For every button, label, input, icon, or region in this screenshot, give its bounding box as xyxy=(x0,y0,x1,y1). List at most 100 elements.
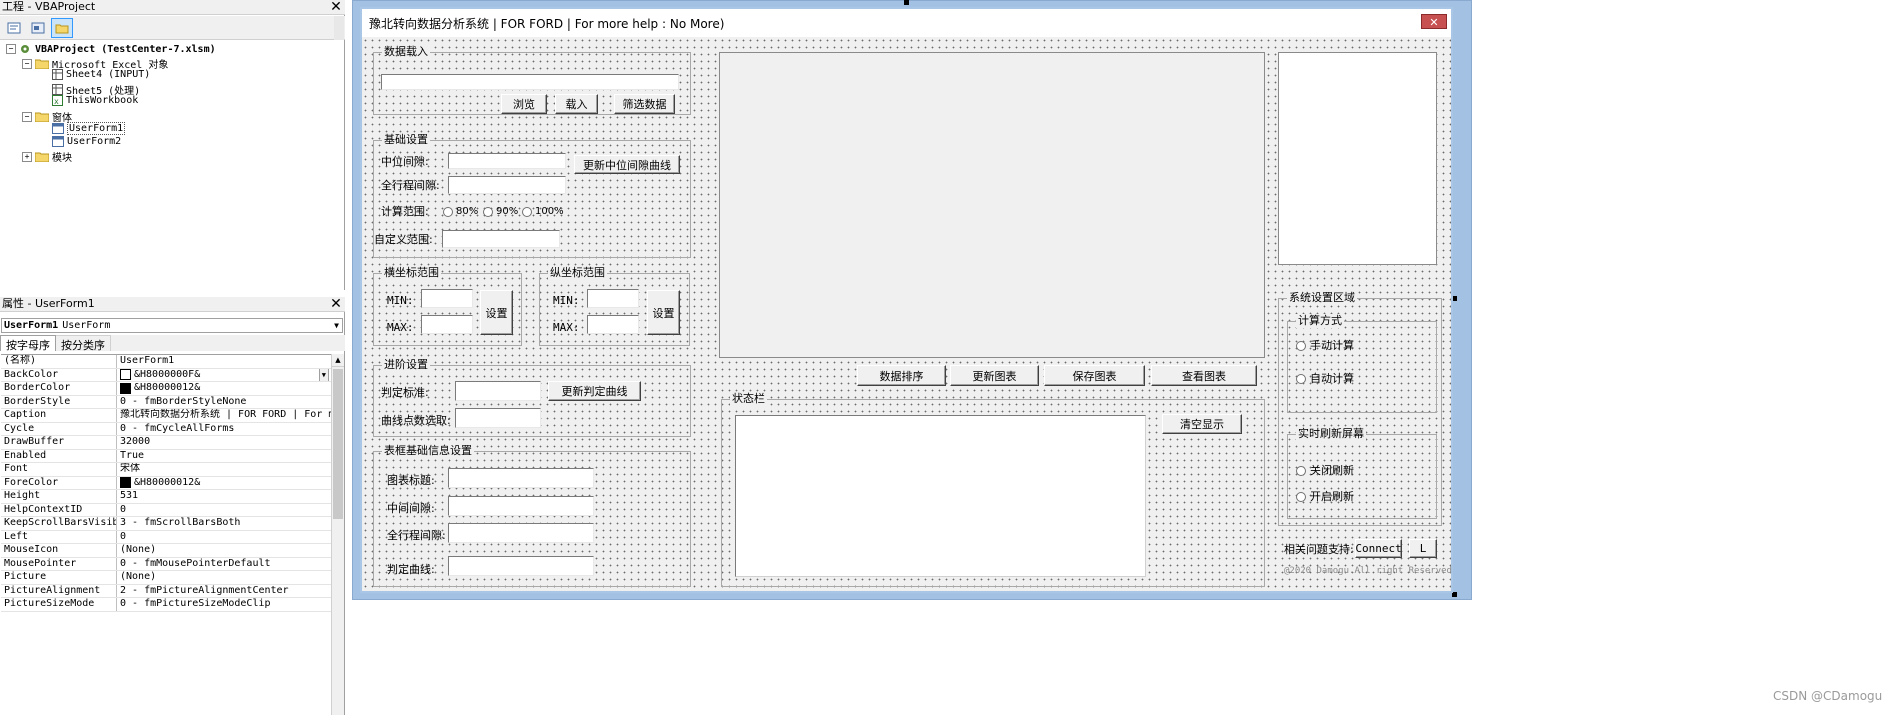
tree-userform2[interactable]: UserForm2 xyxy=(52,136,121,147)
update-chart-button[interactable]: 更新图表 xyxy=(950,365,1039,386)
property-row[interactable]: MousePointer 0 - fmMousePointerDefault xyxy=(1,557,331,571)
y-axis-set-button[interactable]: 设置 xyxy=(647,290,680,335)
l-button[interactable]: L xyxy=(1409,539,1437,558)
property-value[interactable]: 0 - fmPictureSizeModeClip xyxy=(117,598,331,611)
property-value[interactable]: True xyxy=(117,450,331,463)
property-name: HelpContextID xyxy=(1,503,117,516)
property-row[interactable]: HelpContextID 0 xyxy=(1,503,331,517)
range-90-radio[interactable] xyxy=(483,207,493,217)
browse-button[interactable]: 浏览 xyxy=(501,94,547,114)
refresh-on-radio[interactable] xyxy=(1296,492,1306,502)
center-gap-input[interactable] xyxy=(448,153,566,169)
range-100-radio[interactable] xyxy=(522,207,532,217)
object-selector[interactable]: UserForm1 UserForm ▼ xyxy=(1,318,343,333)
update-criterion-curve-button[interactable]: 更新判定曲线 xyxy=(548,381,641,401)
table-full-gap-input[interactable] xyxy=(448,523,594,543)
property-value[interactable]: 豫北转向数据分析系统 | FOR FORD | For m xyxy=(117,409,331,422)
save-chart-button[interactable]: 保存图表 xyxy=(1044,365,1145,386)
property-value[interactable]: (None) xyxy=(117,571,331,584)
chevron-down-icon[interactable]: ▼ xyxy=(318,368,329,381)
property-value[interactable]: 3 - fmScrollBarsBoth xyxy=(117,517,331,530)
auto-calc-radio[interactable] xyxy=(1296,374,1306,384)
selection-handle[interactable] xyxy=(904,0,909,5)
property-value[interactable]: &H80000012& xyxy=(117,382,331,395)
tree-sheet4[interactable]: Sheet4 (INPUT) xyxy=(52,69,150,80)
tree-thisworkbook[interactable]: x ThisWorkbook xyxy=(52,95,138,106)
properties-scrollbar[interactable]: ▲ xyxy=(331,354,344,715)
property-value[interactable]: 0 - fmMousePointerDefault xyxy=(117,558,331,571)
property-row[interactable]: PictureAlignment 2 - fmPictureAlignmentCe… xyxy=(1,584,331,598)
property-value[interactable]: 0 - fmBorderStyleNone xyxy=(117,396,331,409)
property-value[interactable]: 0 xyxy=(117,531,331,544)
criterion-input[interactable] xyxy=(455,381,541,401)
tree-forms-expander[interactable]: − xyxy=(22,111,32,122)
view-chart-button[interactable]: 查看图表 xyxy=(1151,365,1257,386)
view-code-button[interactable] xyxy=(3,18,25,38)
property-row[interactable]: Caption 豫北转向数据分析系统 | FOR FORD | For m xyxy=(1,409,331,423)
full-gap-input[interactable] xyxy=(448,176,566,194)
property-row[interactable]: Enabled True xyxy=(1,449,331,463)
tree-root[interactable]: − VBAProject (TestCenter-7.xlsm) xyxy=(6,43,216,55)
property-value[interactable]: 32000 xyxy=(117,436,331,449)
property-row[interactable]: BorderColor &H80000012& xyxy=(1,382,331,396)
tree-modules-folder[interactable]: + 模块 xyxy=(22,149,72,164)
property-value[interactable]: &H80000012& xyxy=(117,477,331,490)
property-row[interactable]: Height 531 xyxy=(1,490,331,504)
property-row[interactable]: PictureSizeMode 0 - fmPictureSizeModeClip xyxy=(1,598,331,612)
status-textarea[interactable] xyxy=(735,415,1146,577)
x-axis-set-button[interactable]: 设置 xyxy=(480,290,513,335)
custom-range-input[interactable] xyxy=(442,230,560,248)
tree-root-expander[interactable]: − xyxy=(6,44,16,54)
property-row[interactable]: (名称) UserForm1 xyxy=(1,355,331,369)
view-object-button[interactable] xyxy=(27,18,49,38)
tab-alphabetic[interactable]: 按字母序 xyxy=(0,335,56,352)
property-value[interactable]: UserForm1 xyxy=(117,355,331,368)
refresh-off-radio[interactable] xyxy=(1296,466,1306,476)
tree-userform1[interactable]: UserForm1 xyxy=(52,122,126,135)
property-value[interactable]: 0 - fmCycleAllForms xyxy=(117,423,331,436)
properties-close-button[interactable]: ✕ xyxy=(328,296,344,312)
property-row[interactable]: Picture (None) xyxy=(1,571,331,585)
tree-modules-expander[interactable]: + xyxy=(22,151,32,162)
curve-points-input[interactable] xyxy=(455,408,541,428)
userform-close-button[interactable]: ✕ xyxy=(1421,14,1447,29)
y-max-input[interactable] xyxy=(587,315,639,334)
middle-gap-input[interactable] xyxy=(448,496,594,516)
load-button[interactable]: 载入 xyxy=(555,94,598,114)
range-80-radio[interactable] xyxy=(443,207,453,217)
manual-calc-radio[interactable] xyxy=(1296,341,1306,351)
property-row[interactable]: Left 0 xyxy=(1,530,331,544)
project-scrollbar[interactable] xyxy=(334,16,344,40)
sort-data-button[interactable]: 数据排序 xyxy=(857,365,946,386)
connect-button[interactable]: Connect xyxy=(1355,539,1402,558)
property-value[interactable]: 531 xyxy=(117,490,331,503)
tree-excel-expander[interactable]: − xyxy=(22,58,32,69)
property-row[interactable]: BorderStyle 0 - fmBorderStyleNone xyxy=(1,395,331,409)
x-max-input[interactable] xyxy=(421,315,473,334)
y-min-input[interactable] xyxy=(587,289,639,308)
property-value[interactable]: 2 - fmPictureAlignmentCenter xyxy=(117,585,331,598)
scroll-up-icon[interactable]: ▲ xyxy=(332,354,344,367)
criterion-curve-input[interactable] xyxy=(448,556,594,576)
property-row[interactable]: MouseIcon (None) xyxy=(1,544,331,558)
property-row[interactable]: ForeColor &H80000012& xyxy=(1,476,331,490)
property-row[interactable]: BackColor &H8000000F& ▼ xyxy=(1,368,331,382)
x-min-input[interactable] xyxy=(421,289,473,308)
filter-data-button[interactable]: 筛选数据 xyxy=(614,94,675,114)
file-path-input[interactable] xyxy=(381,74,679,90)
clear-display-button[interactable]: 清空显示 xyxy=(1162,414,1242,434)
scroll-thumb[interactable] xyxy=(333,369,343,519)
property-value[interactable]: 宋体 xyxy=(117,463,331,476)
property-value[interactable]: (None) xyxy=(117,544,331,557)
property-row[interactable]: DrawBuffer 32000 xyxy=(1,436,331,450)
property-value[interactable]: &H8000000F& ▼ xyxy=(117,368,331,381)
project-close-button[interactable]: ✕ xyxy=(328,0,344,15)
property-value[interactable]: 0 xyxy=(117,504,331,517)
tab-categorized[interactable]: 按分类序 xyxy=(56,335,111,352)
chart-title-input[interactable] xyxy=(448,468,594,488)
toggle-folders-button[interactable] xyxy=(51,17,73,38)
property-row[interactable]: Cycle 0 - fmCycleAllForms xyxy=(1,422,331,436)
property-row[interactable]: KeepScrollBarsVisible3 - fmScrollBarsBot… xyxy=(1,517,331,531)
update-center-curve-button[interactable]: 更新中位间隙曲线 xyxy=(574,155,680,174)
property-row[interactable]: Font 宋体 xyxy=(1,463,331,477)
